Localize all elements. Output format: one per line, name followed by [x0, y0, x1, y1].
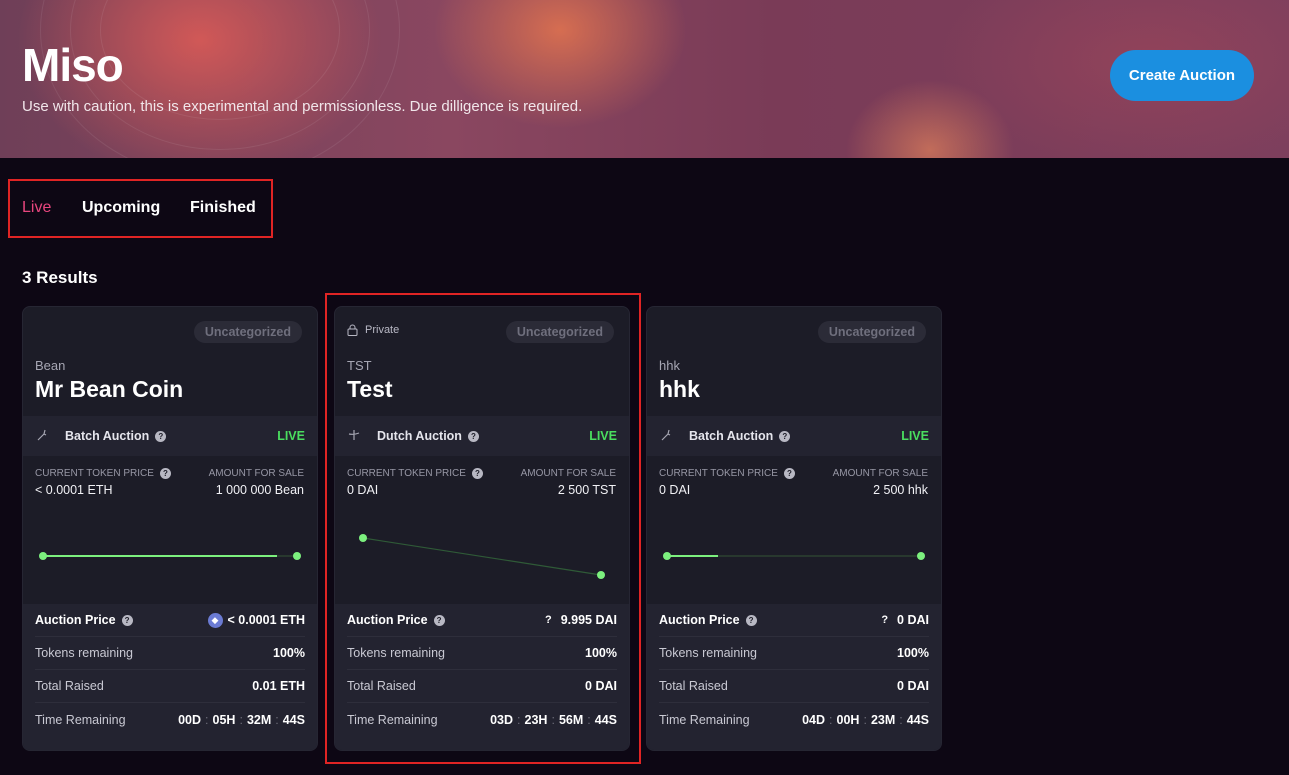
token-symbol: Bean: [35, 358, 66, 373]
help-icon[interactable]: ?: [121, 615, 133, 627]
current-token-price-value: < 0.0001 ETH: [35, 483, 113, 497]
card-details: Auction Price? ? 0 DAI Tokens remaining 1…: [647, 604, 941, 750]
help-icon[interactable]: ?: [779, 430, 791, 442]
total-raised-value: 0.01 ETH: [252, 679, 305, 693]
auction-card-hhk[interactable]: Uncategorized hhk hhk Batch Auction ? LI…: [646, 306, 942, 751]
time-remaining-label: Time Remaining: [659, 712, 750, 727]
help-icon[interactable]: ?: [159, 468, 171, 479]
tab-live[interactable]: Live: [22, 199, 51, 217]
amount-for-sale-value: 1 000 000 Bean: [215, 483, 304, 497]
auction-price-row: Auction Price? ? 0 DAI: [659, 604, 929, 637]
auction-price-value: ◆ < 0.0001 ETH: [207, 612, 305, 628]
amount-for-sale-label: AMOUNT FOR SALE: [832, 468, 928, 479]
total-raised-value: 0 DAI: [897, 679, 929, 693]
price-chart: [663, 552, 925, 560]
countdown-timer: 00D: 05H: 32M: 44S: [178, 712, 305, 727]
help-icon[interactable]: ?: [745, 615, 757, 627]
help-icon[interactable]: ?: [783, 468, 795, 479]
eth-icon: ◆: [207, 612, 223, 628]
tab-finished[interactable]: Finished: [190, 199, 256, 217]
auction-price-label: Auction Price?: [659, 613, 757, 627]
time-remaining-label: Time Remaining: [35, 712, 126, 727]
results-count: 3 Results: [22, 268, 98, 287]
total-raised-label: Total Raised: [659, 679, 728, 693]
tokens-remaining-value: 100%: [273, 646, 305, 660]
hero-banner: Miso Use with caution, this is experimen…: [0, 0, 1289, 158]
current-token-price-label: CURRENT TOKEN PRICE?: [659, 468, 795, 479]
tokens-remaining-row: Tokens remaining 100%: [659, 637, 929, 670]
auction-type-label: Batch Auction: [65, 429, 150, 443]
chart-start-point: [663, 552, 671, 560]
tab-upcoming[interactable]: Upcoming: [82, 199, 160, 217]
total-raised-row: Total Raised 0.01 ETH: [35, 670, 305, 703]
auction-type-row: Batch Auction ? LIVE: [23, 416, 317, 456]
countdown-timer: 04D: 00H: 23M: 44S: [802, 712, 929, 727]
batch-auction-icon: [659, 428, 679, 445]
amount-for-sale-label: AMOUNT FOR SALE: [208, 468, 304, 479]
current-token-price-value: 0 DAI: [659, 483, 691, 497]
create-auction-button[interactable]: Create Auction: [1110, 50, 1254, 101]
category-badge: Uncategorized: [193, 321, 302, 343]
token-name: hhk: [659, 376, 700, 402]
token-name: Mr Bean Coin: [35, 376, 184, 402]
unknown-token-icon: ?: [881, 614, 889, 626]
chart-start-point: [39, 552, 47, 560]
auction-price-row: Auction Price? ◆ < 0.0001 ETH: [35, 604, 305, 637]
tokens-remaining-label: Tokens remaining: [35, 646, 133, 660]
tokens-remaining-label: Tokens remaining: [659, 646, 757, 660]
help-icon[interactable]: ?: [155, 430, 167, 442]
auction-type-label: Batch Auction: [689, 429, 774, 443]
auction-card-mr-bean-coin[interactable]: Uncategorized Bean Mr Bean Coin Batch Au…: [22, 306, 318, 751]
total-raised-label: Total Raised: [35, 679, 104, 693]
price-chart: [39, 552, 301, 560]
card-details: Auction Price? ◆ < 0.0001 ETH Tokens rema…: [23, 604, 317, 750]
page-subtitle: Use with caution, this is experimental a…: [22, 98, 583, 115]
status-badge: LIVE: [277, 429, 305, 443]
category-badge: Uncategorized: [817, 321, 926, 343]
auction-type-row: Batch Auction ? LIVE: [647, 416, 941, 456]
batch-auction-icon: [35, 428, 55, 445]
status-badge: LIVE: [901, 429, 929, 443]
current-token-price-label: CURRENT TOKEN PRICE?: [35, 468, 171, 479]
chart-end-point: [293, 552, 301, 560]
chart-end-point: [917, 552, 925, 560]
auction-price-value: ? 0 DAI: [881, 613, 929, 627]
token-symbol: hhk: [659, 358, 680, 373]
total-raised-row: Total Raised 0 DAI: [659, 670, 929, 703]
auction-price-label: Auction Price?: [35, 613, 133, 627]
page-title: Miso: [22, 39, 124, 91]
time-remaining-row: Time Remaining 00D: 05H: 32M: 44S: [35, 703, 305, 736]
tokens-remaining-value: 100%: [897, 646, 929, 660]
tokens-remaining-row: Tokens remaining 100%: [35, 637, 305, 670]
card-highlight-box: [325, 293, 641, 764]
amount-for-sale-value: 2 500 hhk: [873, 483, 928, 497]
time-remaining-row: Time Remaining 04D: 00H: 23M: 44S: [659, 703, 929, 736]
